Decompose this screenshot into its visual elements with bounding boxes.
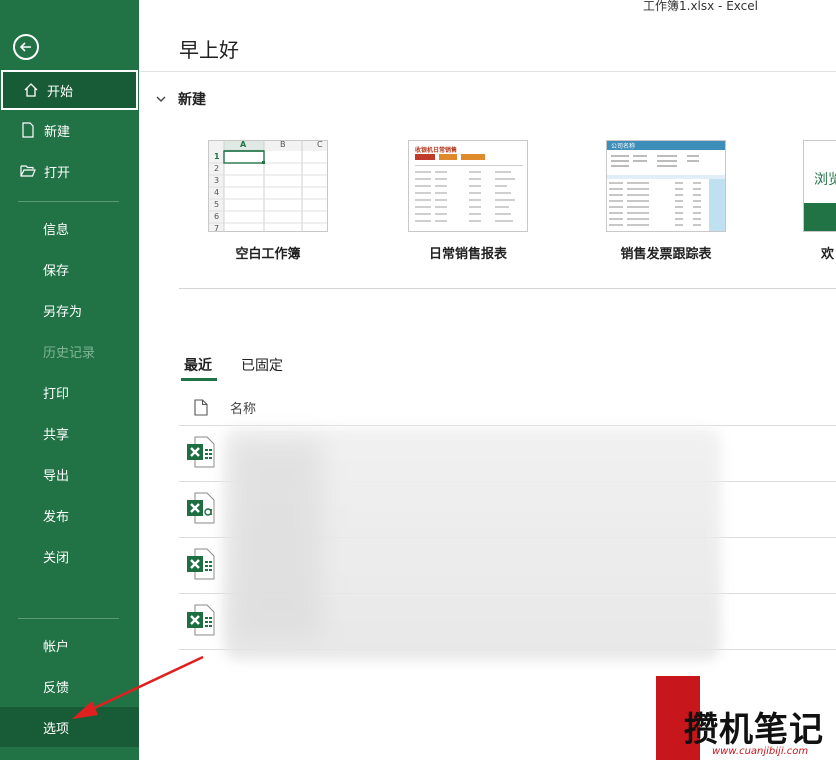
nav-save-as[interactable]: 另存为: [0, 290, 139, 330]
nav-close-label: 关闭: [43, 550, 70, 566]
backstage-sidebar: 开始 新建 打开 信息 保存 另存为 历史记录 打印 共享 导出 发布 关闭 帐…: [0, 0, 139, 760]
nav-history: 历史记录: [0, 331, 139, 371]
nav-close[interactable]: 关闭: [0, 536, 139, 576]
nav-open[interactable]: 打开: [0, 151, 139, 191]
row-header-6: 6: [214, 212, 220, 221]
home-icon: [21, 81, 41, 99]
sales-report-preview-icon: [415, 154, 523, 222]
welcome-thumbnail: 浏览: [803, 140, 836, 232]
row-header-1: 1: [214, 152, 220, 161]
nav-save-as-label: 另存为: [43, 304, 83, 320]
nav-export-label: 导出: [43, 468, 70, 484]
new-document-icon: [18, 121, 38, 139]
template-daily-sales[interactable]: 收银机日常销售 日常销售报表: [408, 140, 528, 262]
nav-print-label: 打印: [43, 386, 70, 402]
tab-recent[interactable]: 最近: [184, 355, 212, 375]
row-header-5: 5: [214, 200, 220, 209]
template-label: 日常销售报表: [428, 247, 507, 262]
nav-share[interactable]: 共享: [0, 413, 139, 453]
excel-file-icon: [187, 548, 215, 580]
tab-active-indicator: [181, 378, 217, 381]
nav-account[interactable]: 帐户: [0, 625, 139, 665]
nav-print[interactable]: 打印: [0, 372, 139, 412]
nav-info[interactable]: 信息: [0, 208, 139, 248]
watermark-text: 攒机笔记: [684, 710, 824, 750]
nav-new-label: 新建: [44, 124, 71, 140]
watermark-logo: 攒机笔记 www.cuanjibiji.com: [656, 676, 836, 760]
excel-file-icon: [187, 604, 215, 636]
col-header-b: B: [280, 140, 286, 149]
row-header-2: 2: [214, 164, 220, 173]
folder-open-icon: [18, 162, 38, 180]
excel-file-icon: [187, 436, 215, 468]
arrow-left-icon: [19, 42, 31, 52]
col-header-c: C: [317, 140, 323, 149]
name-column-header: 名称: [230, 402, 257, 417]
daily-sales-thumbnail: 收银机日常销售: [408, 140, 528, 232]
nav-share-label: 共享: [43, 427, 70, 443]
templates-divider: [179, 288, 836, 289]
invoice-tracker-thumbnail: 公司名称: [606, 140, 726, 232]
template-label: 空白工作簿: [235, 247, 301, 262]
nav-options[interactable]: 选项: [0, 707, 139, 747]
nav-publish[interactable]: 发布: [0, 495, 139, 535]
nav-open-label: 打开: [44, 165, 71, 181]
sidebar-divider: [18, 618, 119, 619]
nav-save-label: 保存: [43, 263, 70, 279]
watermark-url: www.cuanjibiji.com: [712, 746, 809, 757]
nav-options-label: 选项: [43, 721, 70, 737]
new-section-title: 新建: [178, 92, 206, 108]
tab-pinned[interactable]: 已固定: [241, 355, 283, 375]
file-icon: [194, 399, 208, 416]
nav-home[interactable]: 开始: [1, 70, 138, 110]
nav-feedback-label: 反馈: [43, 680, 70, 696]
chevron-down-icon: [156, 96, 166, 102]
template-label: 销售发票跟踪表: [620, 247, 712, 262]
window-title: 工作簿1.xlsx - Excel: [643, 0, 758, 13]
nav-new[interactable]: 新建: [0, 110, 139, 150]
invoice-tracker-preview-icon: [607, 141, 725, 231]
blank-workbook-thumbnail: A B C 1 2 3 4 5 6 7: [208, 140, 328, 232]
file-list-header[interactable]: 名称: [194, 398, 256, 417]
greeting-heading: 早上好: [179, 38, 239, 62]
spreadsheet-grid-icon: [209, 141, 327, 231]
sales-thumb-title: 收银机日常销售: [415, 147, 458, 154]
row-header-4: 4: [214, 188, 220, 197]
template-invoice-tracker[interactable]: 公司名称 销售发票跟踪表: [606, 140, 726, 262]
sidebar-divider: [18, 201, 119, 202]
row-header-3: 3: [214, 176, 220, 185]
nav-export[interactable]: 导出: [0, 454, 139, 494]
template-label: 欢: [821, 247, 835, 262]
invoice-thumb-title: 公司名称: [611, 143, 636, 150]
redacted-file-names: [232, 440, 322, 640]
excel-template-file-icon: [187, 492, 215, 524]
nav-account-label: 帐户: [43, 639, 70, 655]
nav-feedback[interactable]: 反馈: [0, 666, 139, 706]
nav-publish-label: 发布: [43, 509, 70, 525]
nav-history-label: 历史记录: [43, 345, 96, 361]
welcome-thumb-band: [804, 203, 836, 231]
nav-home-label: 开始: [47, 84, 74, 100]
header-divider: [139, 71, 836, 72]
welcome-thumb-text: 浏览: [814, 172, 836, 188]
col-header-a: A: [240, 140, 247, 149]
template-blank-workbook[interactable]: A B C 1 2 3 4 5 6 7 空白工作簿: [208, 140, 328, 262]
row-header-7: 7: [214, 224, 220, 232]
back-button[interactable]: [13, 34, 39, 60]
new-section-toggle[interactable]: 新建: [156, 89, 206, 109]
nav-save[interactable]: 保存: [0, 249, 139, 289]
template-welcome[interactable]: 浏览 欢: [803, 140, 836, 262]
nav-info-label: 信息: [43, 222, 70, 238]
